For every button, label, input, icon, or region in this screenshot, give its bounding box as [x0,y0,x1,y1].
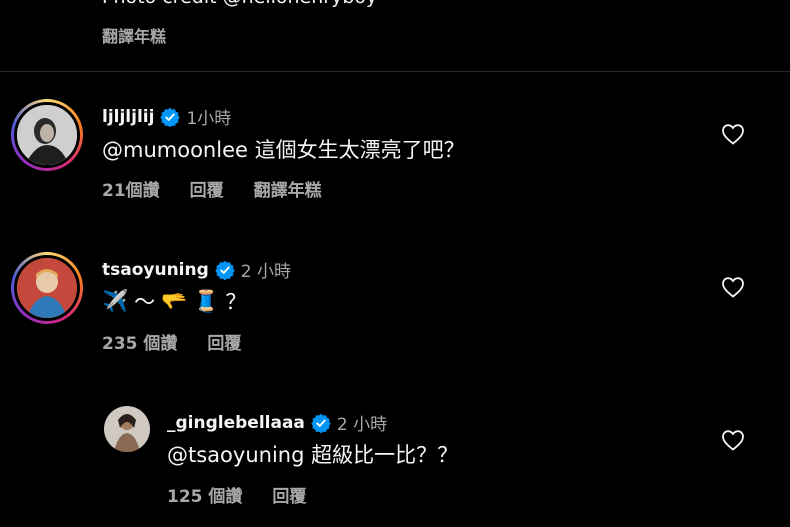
timestamp: 2 小時 [240,262,292,282]
comment-text: @mumoonlee 這個女生太漂亮了吧？ [102,138,465,162]
comment-text: @tsaoyuning 超級比一比？？ [167,443,459,467]
previous-comment-caption: Photo credit @hellohenryboy [102,0,377,8]
reply-button[interactable]: 回覆 [190,176,224,201]
comment-text-tail: ？ [225,290,247,314]
thread-emoji-icon: 🧵 [193,288,220,313]
avatar[interactable] [11,99,83,171]
username[interactable]: _ginglebellaaa [167,413,305,433]
like-count[interactable]: 235 個讚 [102,329,177,354]
avatar-photo [17,105,77,165]
wave-dash: 〜 [134,290,156,314]
timestamp: 2 小時 [336,415,388,435]
airplane-emoji-icon: ✈️ [102,288,129,313]
divider [0,71,790,72]
like-count[interactable]: 21個讚 [102,176,160,201]
avatar[interactable] [11,252,83,324]
reply-button[interactable]: 回覆 [272,482,306,507]
verified-badge-icon [215,260,235,280]
like-count[interactable]: 125 個讚 [167,482,242,507]
verified-badge-icon [160,107,181,127]
hand-emoji-icon: 🫳 [161,288,188,313]
reply-button[interactable]: 回覆 [207,329,241,354]
avatar[interactable] [104,406,150,452]
verified-badge-icon [311,413,331,433]
heart-icon[interactable] [721,276,745,298]
timestamp: 1小時 [186,109,232,129]
username[interactable]: ljljljlij [102,107,154,127]
username[interactable]: tsaoyuning [102,260,209,280]
heart-icon[interactable] [721,123,745,145]
translate-button[interactable]: 翻譯年糕 [254,176,322,201]
heart-icon[interactable] [721,429,745,451]
comment-text: ✈️ 〜 🫳 🧵 ？ [102,286,246,316]
avatar-photo [104,406,150,452]
avatar-photo [17,258,77,318]
translate-button[interactable]: 翻譯年糕 [102,23,166,47]
